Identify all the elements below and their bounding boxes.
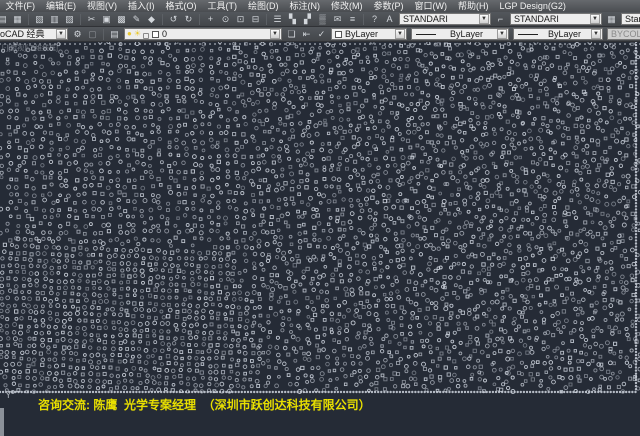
lineweight-sample-icon xyxy=(518,34,538,35)
cut-icon[interactable]: ✂ xyxy=(85,13,98,26)
layer-color-swatch[interactable] xyxy=(152,31,159,38)
menu-item-9[interactable]: 参数(P) xyxy=(368,0,409,12)
combo-value: STANDARI xyxy=(400,14,479,25)
menu-item-8[interactable]: 修改(M) xyxy=(326,0,369,12)
toolbar-separator xyxy=(80,14,81,25)
lineweight-control-dropdown[interactable]: ByLayer ▼ xyxy=(513,28,603,40)
table-style-icon[interactable]: ▦ xyxy=(605,13,618,26)
open-icon[interactable]: ▤ xyxy=(0,13,9,26)
zoom-window-icon[interactable]: ⊡ xyxy=(234,13,247,26)
linetype-control-dropdown[interactable]: ByLayer ▼ xyxy=(411,28,509,40)
sheetset-manager-icon[interactable]: ▒ xyxy=(316,13,329,26)
undo-icon[interactable]: ↺ xyxy=(167,13,180,26)
combo-value: STANDARI xyxy=(511,14,590,25)
chevron-down-icon: ▼ xyxy=(497,29,507,39)
pan-icon[interactable]: + xyxy=(204,13,217,26)
redo-icon[interactable]: ↻ xyxy=(182,13,195,26)
layer-dropdown[interactable]: ● ☀ 0 ▼ xyxy=(124,28,282,40)
quickcalc-icon[interactable]: ≡ xyxy=(346,13,359,26)
menu-item-7[interactable]: 标注(N) xyxy=(284,0,326,12)
help-icon[interactable]: ? xyxy=(368,13,381,26)
combo-value: Standard xyxy=(622,14,640,25)
contact-line1: 咨询交流: 陈鹰 光学专案经理 （深圳市跃创达科技有限公司） xyxy=(38,396,378,414)
dim-style-dropdown[interactable]: STANDARI▼ xyxy=(510,13,602,25)
layer-states-icon[interactable]: ✓ xyxy=(315,28,328,41)
copy-icon[interactable]: ▣ xyxy=(100,13,113,26)
block-editor-icon[interactable]: ◆ xyxy=(145,13,158,26)
lgp-dot-pattern xyxy=(0,42,640,436)
save-icon[interactable]: ▦ xyxy=(11,13,24,26)
contact-overlay-text: 咨询交流: 陈鹰 光学专案经理 （深圳市跃创达科技有限公司） 134306722… xyxy=(38,396,378,436)
designcenter-icon[interactable]: ▚ xyxy=(286,13,299,26)
styles-toolbar: ASTANDARI▼⌐STANDARI▼▦Standard▼✎Standard▼ xyxy=(382,13,640,26)
layer-lock-icon[interactable] xyxy=(143,33,149,39)
match-properties-icon[interactable]: ✎ xyxy=(130,13,143,26)
linetype-sample-icon xyxy=(416,34,436,35)
drawing-canvas[interactable]: [-][俯视][二维线框] Y 咨询交流: 陈鹰 光学专案经理 （深圳市跃创达科… xyxy=(0,42,640,436)
toolbar-separator xyxy=(103,29,104,40)
workspace-settings-gear-icon[interactable]: ⚙ xyxy=(71,28,84,41)
text-style-icon[interactable]: A xyxy=(383,13,396,26)
chevron-down-icon: ▼ xyxy=(479,14,489,24)
dim-style-icon[interactable]: ⌐ xyxy=(494,13,507,26)
menu-item-0[interactable]: 文件(F) xyxy=(0,0,41,12)
markup-icon[interactable]: ✉ xyxy=(331,13,344,26)
ucs-y-axis-label: Y xyxy=(5,390,12,401)
plot-icon[interactable]: ▧ xyxy=(33,13,46,26)
plot-style-value: BYCOLOR xyxy=(608,29,640,40)
layers-properties-toolbar: oCAD 经典 ▼ ⚙ ▢ ▤ ● ☀ 0 ▼ ❏⇤✓ ByLayer ▼ By… xyxy=(0,27,640,42)
menu-item-6[interactable]: 绘图(D) xyxy=(243,0,285,12)
table-style-dropdown[interactable]: Standard▼ xyxy=(621,13,640,25)
color-bylayer-swatch xyxy=(335,31,342,38)
menu-item-1[interactable]: 编辑(E) xyxy=(41,0,82,12)
workspace-dropdown[interactable]: oCAD 经典 ▼ xyxy=(0,28,68,40)
color-value: ByLayer xyxy=(342,29,395,40)
properties-icon[interactable]: ☰ xyxy=(271,13,284,26)
workspace-value: oCAD 经典 xyxy=(0,29,56,40)
chevron-down-icon: ▼ xyxy=(591,29,601,39)
toolbar-separator xyxy=(28,14,29,25)
chevron-down-icon: ▼ xyxy=(270,29,280,39)
viewport-controls-label[interactable]: [-][俯视][二维线框] xyxy=(2,43,58,53)
zoom-previous-icon[interactable]: ⊟ xyxy=(249,13,262,26)
contact-line2: 13430672236QQ:569192379ycd_chen@126.com xyxy=(38,414,378,436)
layer-freeze-sun-icon[interactable]: ☀ xyxy=(134,28,141,40)
menu-item-5[interactable]: 工具(T) xyxy=(202,0,243,12)
menu-item-3[interactable]: 插入(I) xyxy=(123,0,161,12)
toolbar-separator xyxy=(199,14,200,25)
toolbar-separator xyxy=(363,14,364,25)
menu-item-10[interactable]: 窗口(W) xyxy=(409,0,453,12)
linetype-value: ByLayer xyxy=(436,29,497,40)
menu-item-4[interactable]: 格式(O) xyxy=(160,0,202,12)
make-object-layer-current-icon[interactable]: ❏ xyxy=(285,28,298,41)
menu-item-11[interactable]: 帮助(H) xyxy=(453,0,495,12)
toolbar-separator xyxy=(162,14,163,25)
zoom-realtime-icon[interactable]: ⊙ xyxy=(219,13,232,26)
color-control-dropdown[interactable]: ByLayer ▼ xyxy=(331,28,407,40)
chevron-down-icon: ▼ xyxy=(590,14,600,24)
standard-toolbar-icons: ▤▦ ▧▥▨ ✂▣▩✎◆ ↺↻ +⊙⊡⊟ ☰▚▞▒✉≡? xyxy=(0,13,382,26)
layer-tools: ❏⇤✓ xyxy=(284,28,329,41)
autocad-window: 文件(F)编辑(E)视图(V)插入(I)格式(O)工具(T)绘图(D)标注(N)… xyxy=(0,0,640,436)
paste-icon[interactable]: ▩ xyxy=(115,13,128,26)
plot-style-dropdown: BYCOLOR ▼ xyxy=(607,28,640,40)
workspace-window-icon[interactable]: ▢ xyxy=(86,28,99,41)
chevron-down-icon: ▼ xyxy=(56,29,66,39)
standard-toolbar: ▤▦▧▥▨✂▣▩✎◆↺↻+⊙⊡⊟☰▚▞▒✉≡? ASTANDARI▼⌐STAND… xyxy=(0,12,640,27)
layer-previous-icon[interactable]: ⇤ xyxy=(300,28,313,41)
publish-icon[interactable]: ▨ xyxy=(63,13,76,26)
layer-properties-manager-icon[interactable]: ▤ xyxy=(108,28,121,41)
text-style-dropdown[interactable]: STANDARI▼ xyxy=(399,13,491,25)
current-layer-name: 0 xyxy=(159,29,270,40)
toolbar-separator xyxy=(266,14,267,25)
ucs-y-axis-bar xyxy=(0,408,4,436)
layer-on-bulb-icon[interactable]: ● xyxy=(127,28,132,40)
menu-bar: 文件(F)编辑(E)视图(V)插入(I)格式(O)工具(T)绘图(D)标注(N)… xyxy=(0,0,640,12)
plot-preview-icon[interactable]: ▥ xyxy=(48,13,61,26)
lineweight-value: ByLayer xyxy=(538,29,591,40)
chevron-down-icon: ▼ xyxy=(395,29,405,39)
menu-item-2[interactable]: 视图(V) xyxy=(82,0,123,12)
toolpalettes-icon[interactable]: ▞ xyxy=(301,13,314,26)
menu-item-12[interactable]: LGP Design(G2) xyxy=(494,0,571,12)
